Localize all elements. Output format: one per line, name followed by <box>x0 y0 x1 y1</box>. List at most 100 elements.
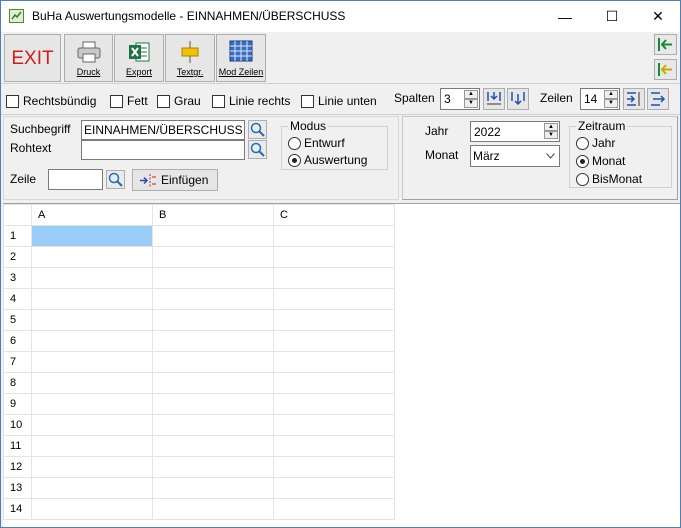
back-arrow-button[interactable] <box>654 34 677 55</box>
grid-cell[interactable] <box>152 414 274 436</box>
spreadsheet-grid[interactable]: A B C 1 2 3 4 5 6 7 8 9 10 11 12 13 14 <box>3 203 680 527</box>
checkbox-grau[interactable]: Grau <box>157 94 201 108</box>
grid-cell[interactable] <box>152 456 274 478</box>
grid-cell[interactable] <box>152 288 274 310</box>
grid-cell[interactable] <box>31 372 153 394</box>
grid-cell[interactable] <box>273 246 395 268</box>
row-header[interactable]: 4 <box>3 288 32 310</box>
close-button[interactable]: ✕ <box>635 1 681 32</box>
spin-up-icon[interactable]: ▲ <box>464 90 478 99</box>
radio-jahr[interactable]: Jahr <box>576 136 615 150</box>
search-zeile-button[interactable] <box>106 170 125 189</box>
checkbox-rechtsbuendig[interactable]: Rechtsbündig <box>6 94 96 108</box>
grid-cell[interactable] <box>273 414 395 436</box>
checkbox-box[interactable] <box>301 94 314 108</box>
minimize-button[interactable]: — <box>542 1 588 32</box>
row-header[interactable]: 12 <box>3 456 32 478</box>
grid-cell[interactable] <box>152 267 274 289</box>
grid-cell[interactable] <box>31 456 153 478</box>
mod-rows-button[interactable]: Mod Zeilen <box>216 34 266 82</box>
grid-cell[interactable] <box>273 288 395 310</box>
grid-cell[interactable] <box>152 498 274 520</box>
back-arrow-yellow-button[interactable] <box>654 59 677 80</box>
spin-up-icon[interactable]: ▲ <box>544 123 558 131</box>
einfuegen-button[interactable]: Einfügen <box>132 169 218 191</box>
delete-row-button[interactable] <box>647 88 669 110</box>
insert-column-button[interactable] <box>483 88 505 110</box>
column-header-a[interactable]: A <box>31 204 153 226</box>
grid-cell[interactable] <box>273 477 395 499</box>
exit-button[interactable]: EXIT <box>4 34 61 82</box>
grid-cell[interactable] <box>152 351 274 373</box>
maximize-button[interactable]: ☐ <box>589 1 635 32</box>
insert-row-button[interactable] <box>623 88 645 110</box>
grid-cell[interactable] <box>273 225 395 247</box>
delete-column-button[interactable] <box>507 88 529 110</box>
radio-monat[interactable]: Monat <box>576 154 625 168</box>
grid-cell[interactable] <box>273 351 395 373</box>
suchbegriff-input[interactable]: EINNAHMEN/ÜBERSCHUSS <box>81 120 245 140</box>
grid-cell[interactable] <box>273 456 395 478</box>
print-button[interactable]: Druck <box>64 34 113 82</box>
radio-bismonat[interactable]: BisMonat <box>576 172 642 186</box>
grid-cell[interactable] <box>273 330 395 352</box>
row-header[interactable]: 9 <box>3 393 32 415</box>
search-rohtext-button[interactable] <box>248 140 267 159</box>
grid-cell[interactable] <box>31 225 153 247</box>
spalten-spinner[interactable]: 3 ▲ ▼ <box>440 88 480 110</box>
grid-cell[interactable] <box>31 351 153 373</box>
zeilen-spinner[interactable]: 14 ▲ ▼ <box>580 88 620 110</box>
grid-cell[interactable] <box>152 477 274 499</box>
row-header[interactable]: 1 <box>3 225 32 247</box>
export-button[interactable]: Export <box>114 34 164 82</box>
grid-cell[interactable] <box>31 414 153 436</box>
row-header[interactable]: 2 <box>3 246 32 268</box>
checkbox-box[interactable] <box>212 94 225 108</box>
checkbox-fett[interactable]: Fett <box>110 94 148 108</box>
row-header[interactable]: 7 <box>3 351 32 373</box>
spin-down-icon[interactable]: ▼ <box>604 99 618 108</box>
checkbox-linie-unten[interactable]: Linie unten <box>301 94 377 108</box>
spin-down-icon[interactable]: ▼ <box>544 131 558 139</box>
radio-dot[interactable] <box>288 136 301 150</box>
radio-dot[interactable] <box>576 136 589 150</box>
grid-cell[interactable] <box>31 246 153 268</box>
spin-down-icon[interactable]: ▼ <box>464 99 478 108</box>
rohtext-input[interactable] <box>81 140 245 160</box>
row-header[interactable]: 14 <box>3 498 32 520</box>
grid-cell[interactable] <box>31 498 153 520</box>
spin-up-icon[interactable]: ▲ <box>604 90 618 99</box>
grid-cell[interactable] <box>152 330 274 352</box>
row-header[interactable]: 8 <box>3 372 32 394</box>
row-header[interactable]: 5 <box>3 309 32 331</box>
text-size-button[interactable]: Textgr. <box>165 34 215 82</box>
grid-cell[interactable] <box>152 393 274 415</box>
grid-cell[interactable] <box>31 288 153 310</box>
grid-cell[interactable] <box>273 267 395 289</box>
row-header[interactable]: 11 <box>3 435 32 457</box>
jahr-spinner[interactable]: 2022 ▲ ▼ <box>470 121 560 142</box>
zeile-input[interactable] <box>48 169 103 190</box>
grid-cell[interactable] <box>273 372 395 394</box>
grid-cell[interactable] <box>31 393 153 415</box>
grid-cell[interactable] <box>273 393 395 415</box>
grid-cell[interactable] <box>152 372 274 394</box>
grid-cell[interactable] <box>31 267 153 289</box>
checkbox-linie-rechts[interactable]: Linie rechts <box>212 94 290 108</box>
checkbox-box[interactable] <box>6 94 19 108</box>
grid-cell[interactable] <box>31 477 153 499</box>
grid-cell[interactable] <box>31 435 153 457</box>
grid-cell[interactable] <box>273 435 395 457</box>
grid-cell[interactable] <box>273 309 395 331</box>
grid-cell[interactable] <box>152 435 274 457</box>
row-header[interactable]: 13 <box>3 477 32 499</box>
radio-dot[interactable] <box>288 153 301 167</box>
search-suchbegriff-button[interactable] <box>248 120 267 139</box>
grid-cell[interactable] <box>152 225 274 247</box>
checkbox-box[interactable] <box>110 94 123 108</box>
row-header[interactable]: 10 <box>3 414 32 436</box>
radio-auswertung[interactable]: Auswertung <box>288 153 367 167</box>
row-header[interactable]: 3 <box>3 267 32 289</box>
monat-select[interactable]: März <box>470 145 560 167</box>
checkbox-box[interactable] <box>157 94 170 108</box>
